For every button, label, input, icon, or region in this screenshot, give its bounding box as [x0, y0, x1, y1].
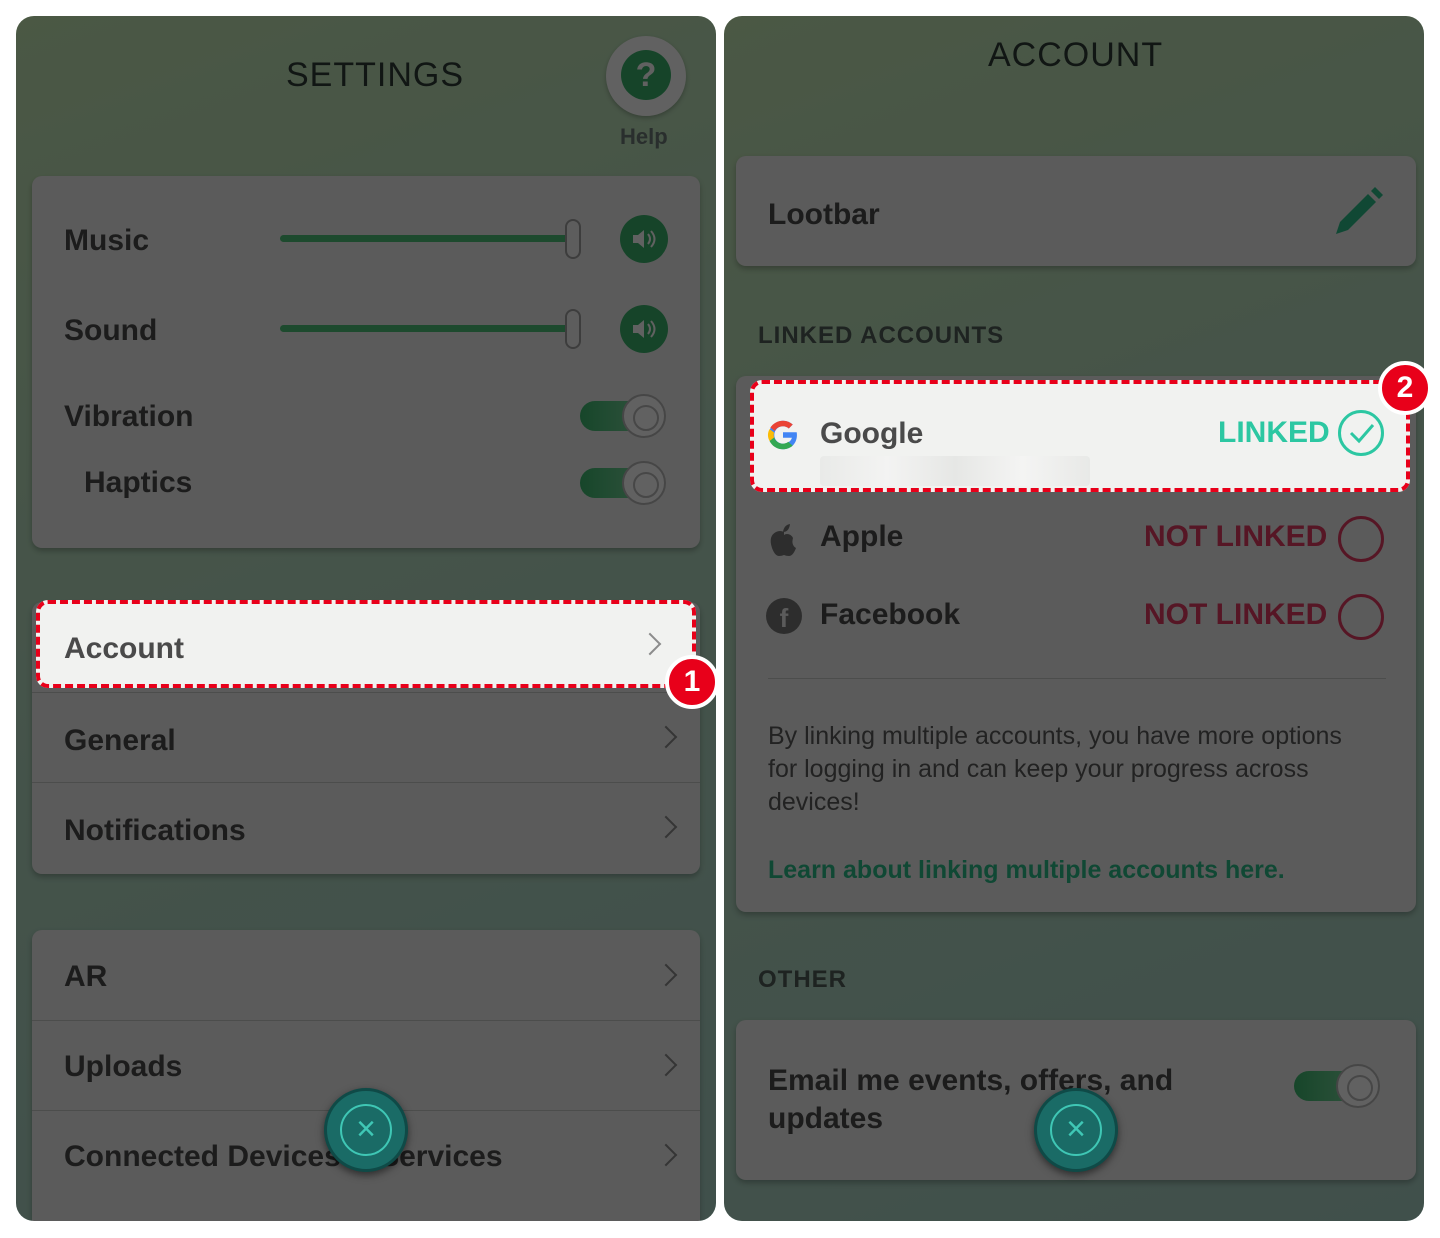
provider-name: Facebook — [820, 598, 961, 631]
menu-item-general[interactable]: General — [32, 692, 700, 782]
step-badge-2: 2 — [1378, 361, 1432, 415]
provider-name: Apple — [820, 520, 904, 553]
highlight-border — [36, 600, 696, 688]
vibration-label: Vibration — [64, 400, 194, 433]
menu-item-label: Uploads — [64, 1050, 183, 1083]
account-screen: ACCOUNT Lootbar LINKED ACCOUNTS Apple NO… — [724, 16, 1424, 1221]
chevron-right-icon — [654, 963, 678, 987]
music-speaker-icon[interactable] — [620, 215, 668, 263]
linking-info-text: By linking multiple accounts, you have m… — [768, 722, 1342, 816]
help-button[interactable]: ? — [606, 36, 686, 116]
haptics-toggle[interactable] — [580, 461, 666, 505]
chevron-right-icon — [654, 815, 678, 839]
highlight-border — [750, 380, 1410, 492]
provider-status: NOT LINKED — [1144, 598, 1328, 631]
help-label: Help — [620, 124, 668, 149]
facebook-icon: f — [766, 598, 802, 634]
sound-slider[interactable] — [280, 325, 570, 332]
username-text: Lootbar — [768, 198, 880, 231]
chevron-right-icon — [654, 1053, 678, 1077]
close-icon: × — [1050, 1104, 1102, 1156]
provider-status: NOT LINKED — [1144, 520, 1328, 553]
chevron-right-icon — [654, 1143, 678, 1167]
close-button[interactable]: × — [1034, 1088, 1118, 1172]
menu-item-notifications[interactable]: Notifications — [32, 782, 700, 872]
step-badge-1: 1 — [665, 655, 719, 709]
sound-label: Sound — [64, 314, 158, 347]
linked-accounts-header: LINKED ACCOUNTS — [758, 322, 1005, 349]
chevron-right-icon — [654, 725, 678, 749]
email-toggle-label: Email me events, offers, and updates — [768, 1064, 1174, 1135]
pencil-icon[interactable] — [1328, 184, 1386, 242]
learn-more-link[interactable]: Learn about linking multiple accounts he… — [768, 856, 1285, 885]
provider-row-facebook[interactable]: f Facebook NOT LINKED — [736, 582, 1416, 652]
menu-item-label: Notifications — [64, 814, 246, 847]
vibration-toggle[interactable] — [580, 394, 666, 438]
provider-row-apple[interactable]: Apple NOT LINKED — [736, 504, 1416, 574]
menu-card-secondary: AR Uploads Connected Devices & Services — [32, 930, 700, 1221]
other-header: OTHER — [758, 966, 847, 993]
menu-item-label: General — [64, 724, 176, 757]
menu-item-label: Connected Devices & Services — [64, 1140, 503, 1173]
not-linked-circle-icon — [1338, 516, 1384, 562]
sound-slider-handle[interactable] — [565, 309, 581, 349]
help-icon: ? — [621, 50, 671, 100]
apple-icon — [770, 524, 796, 556]
username-card: Lootbar — [736, 156, 1416, 266]
audio-settings-card: Music Sound Vibration Haptics — [32, 176, 700, 548]
sound-speaker-icon[interactable] — [620, 305, 668, 353]
email-toggle[interactable] — [1294, 1064, 1380, 1108]
account-title: ACCOUNT — [988, 36, 1164, 74]
settings-screen: SETTINGS ? Help Music Sound Vibration Ha… — [16, 16, 716, 1221]
settings-title: SETTINGS — [286, 56, 465, 94]
menu-item-label: AR — [64, 960, 108, 993]
music-slider-handle[interactable] — [565, 219, 581, 259]
haptics-label: Haptics — [84, 466, 193, 499]
not-linked-circle-icon — [1338, 594, 1384, 640]
menu-item-ar[interactable]: AR — [32, 930, 700, 1020]
music-slider[interactable] — [280, 235, 570, 242]
music-label: Music — [64, 224, 150, 257]
close-icon: × — [340, 1104, 392, 1156]
close-button[interactable]: × — [324, 1088, 408, 1172]
